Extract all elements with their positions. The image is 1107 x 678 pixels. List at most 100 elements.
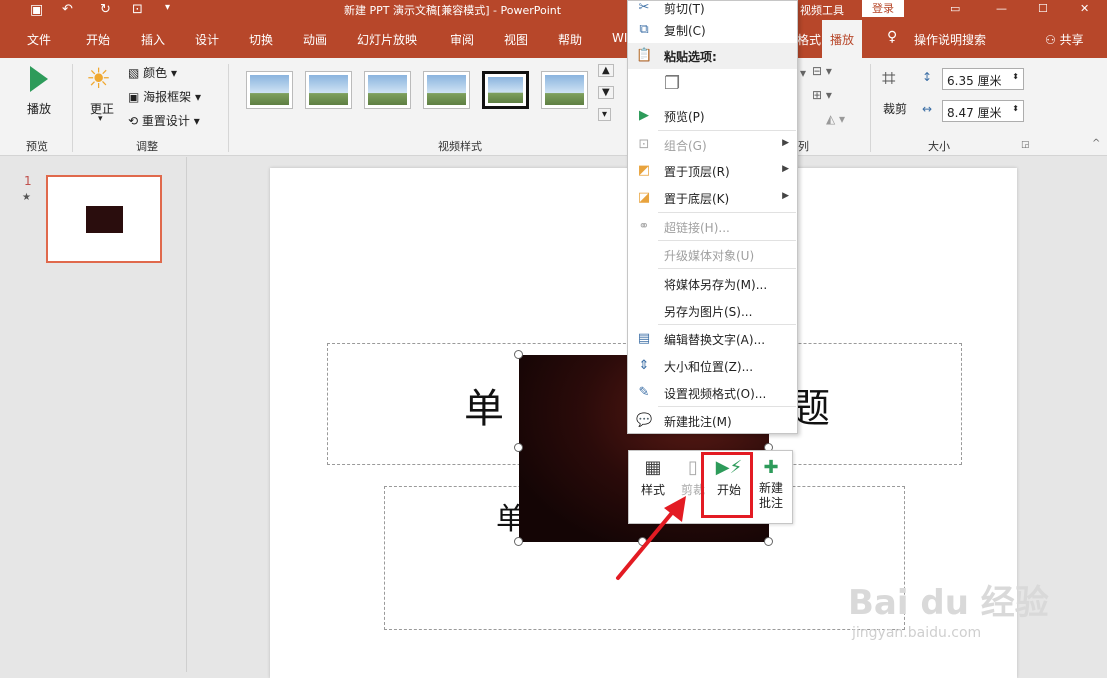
menu-item-send-to-back[interactable]: ◪ 置于底层(K) ▶ xyxy=(628,185,797,211)
resize-handle[interactable] xyxy=(514,443,523,452)
menu-item-edit-alt-text[interactable]: ▤ 编辑替换文字(A)... xyxy=(628,326,797,352)
tab-file[interactable]: 文件 xyxy=(27,31,51,48)
video-style-thumb[interactable] xyxy=(364,71,411,109)
corrections-icon[interactable]: ☀ xyxy=(86,62,111,95)
video-style-icon: ▦ xyxy=(644,457,662,478)
spinner-icon[interactable]: ⬍ xyxy=(1012,72,1019,81)
video-style-thumb[interactable] xyxy=(482,71,529,109)
menu-item-save-media-as[interactable]: 将媒体另存为(M)... xyxy=(628,271,797,297)
tell-me-search[interactable]: 操作说明搜索 xyxy=(914,31,986,48)
arrange-icon[interactable]: ▾ xyxy=(800,66,806,80)
menu-item-save-as-picture[interactable]: 另存为图片(S)... xyxy=(628,298,797,324)
rotate-icon[interactable]: ◭ ▾ xyxy=(826,112,845,126)
tab-insert[interactable]: 插入 xyxy=(141,31,165,48)
group-icon: ⊡ xyxy=(638,137,650,152)
color-label: 颜色 xyxy=(143,66,168,80)
tab-wi[interactable]: WI xyxy=(612,31,627,45)
video-style-thumb[interactable] xyxy=(246,71,293,109)
reset-design-button[interactable]: ⟲ 重置设计 ▾ xyxy=(128,112,200,129)
context-menu: ✂ 剪切(T) ⧉ 复制(C) 📋 粘贴选项: ❐ ▶ 预览(P) ⊡ 组合(G) ▶ ◩ 置… xyxy=(627,0,798,434)
align-icon[interactable]: ⊟ ▾ xyxy=(812,64,832,78)
bring-front-icon: ◩ xyxy=(637,163,651,178)
tab-animations[interactable]: 动画 xyxy=(303,31,327,48)
thumbnail-video-preview xyxy=(86,206,123,233)
collapse-ribbon-icon[interactable]: ^ xyxy=(1092,138,1100,149)
size-dialog-launcher-icon[interactable]: ◲ xyxy=(1021,140,1030,150)
width-value: 8.47 厘米 xyxy=(947,106,1002,120)
share-button[interactable]: ⚇ 共享 xyxy=(1045,31,1084,48)
tab-transitions[interactable]: 切换 xyxy=(249,31,273,48)
tab-view[interactable]: 视图 xyxy=(504,31,528,48)
video-style-thumb[interactable] xyxy=(541,71,588,109)
redo-icon[interactable]: ↻ xyxy=(100,2,111,17)
highlight-box xyxy=(701,452,753,518)
menu-item-hyperlink[interactable]: ⚭ 超链接(H)... xyxy=(628,214,797,240)
menu-item-new-comment[interactable]: 💬 新建批注(M) xyxy=(628,408,797,434)
menu-item-format-video[interactable]: ✎ 设置视频格式(O)... xyxy=(628,380,797,406)
slide-number: 1 xyxy=(24,174,32,188)
tab-home[interactable]: 开始 xyxy=(86,31,110,48)
menu-separator xyxy=(658,130,796,131)
present-icon[interactable]: ⊡ xyxy=(132,2,143,17)
color-icon: ▧ xyxy=(128,66,140,80)
color-button[interactable]: ▧ 颜色 ▾ xyxy=(128,64,177,81)
video-style-thumb[interactable] xyxy=(423,71,470,109)
styles-scroll-down-icon[interactable]: ▼ xyxy=(598,86,614,99)
menu-item-paste-options: 📋 粘贴选项: xyxy=(628,43,797,69)
resize-handle[interactable] xyxy=(514,537,523,546)
menu-item-upgrade-media[interactable]: 升级媒体对象(U) xyxy=(628,242,797,268)
submenu-arrow-icon: ▶ xyxy=(782,164,789,174)
play-icon[interactable] xyxy=(30,66,48,92)
tab-slideshow[interactable]: 幻灯片放映 xyxy=(357,31,417,48)
submenu-arrow-icon: ▶ xyxy=(782,138,789,148)
styles-scroll-up-icon[interactable]: ▲ xyxy=(598,64,614,77)
width-input[interactable]: 8.47 厘米 ⬍ xyxy=(942,100,1024,122)
video-style-thumb[interactable] xyxy=(305,71,352,109)
spinner-icon[interactable]: ⬍ xyxy=(1012,104,1019,113)
styles-more-icon[interactable]: ▾ xyxy=(598,108,612,121)
paste-option-button[interactable]: ❐ xyxy=(628,71,797,101)
tab-playback[interactable]: 播放 xyxy=(822,20,863,58)
poster-frame-button[interactable]: ▣ 海报框架 ▾ xyxy=(128,88,201,105)
resize-handle[interactable] xyxy=(764,537,773,546)
menu-item-group[interactable]: ⊡ 组合(G) ▶ xyxy=(628,132,797,158)
crop-button[interactable]: 裁剪 xyxy=(883,100,907,117)
menu-item-copy[interactable]: ⧉ 复制(C) xyxy=(628,17,797,43)
login-button[interactable]: 登录 xyxy=(862,0,904,17)
size-icon: ⇕ xyxy=(638,358,650,373)
height-input[interactable]: 6.35 厘米 ⬍ xyxy=(942,68,1024,90)
share-label: 共享 xyxy=(1059,33,1084,47)
width-icon: ↔ xyxy=(922,102,933,116)
reset-icon: ⟲ xyxy=(128,114,139,128)
tab-design[interactable]: 设计 xyxy=(195,31,219,48)
resize-handle[interactable] xyxy=(514,350,523,359)
reset-design-label: 重置设计 xyxy=(141,114,190,128)
ribbon: 播放 预览 ☀ 更正 ▾ ▧ 颜色 ▾ ▣ 海报框架 ▾ ⟲ 重置设计 ▾ 调整… xyxy=(0,58,1107,156)
customize-qat-icon[interactable]: ▾ xyxy=(165,2,170,13)
group-objects-icon[interactable]: ⊞ ▾ xyxy=(812,88,832,102)
menu-item-preview[interactable]: ▶ 预览(P) xyxy=(628,103,797,129)
minimize-icon[interactable]: — xyxy=(996,2,1007,15)
mini-new-comment-button[interactable]: ✚ 新建 批注 xyxy=(751,455,791,511)
person-icon: ⚇ xyxy=(1045,33,1056,47)
chevron-down-icon[interactable]: ▾ xyxy=(98,114,103,124)
title-text-left: 单 xyxy=(464,386,504,432)
menu-item-size-and-position[interactable]: ⇕ 大小和位置(Z)... xyxy=(628,353,797,379)
slide-thumbnail[interactable] xyxy=(46,175,162,263)
menu-item-bring-to-front[interactable]: ◩ 置于顶层(R) ▶ xyxy=(628,158,797,184)
animation-star-icon: ★ xyxy=(22,192,31,203)
group-separator xyxy=(72,64,73,152)
tab-review[interactable]: 审阅 xyxy=(450,31,474,48)
undo-icon[interactable]: ↶ xyxy=(62,2,73,17)
maximize-icon[interactable]: ☐ xyxy=(1038,2,1048,15)
close-icon[interactable]: ✕ xyxy=(1080,2,1089,15)
crop-icon[interactable]: ⌗ xyxy=(882,64,896,92)
title-bar: ▣ ↶ ↻ ⊡ ▾ 新建 PPT 演示文稿[兼容模式] - PowerPoint… xyxy=(0,0,1107,20)
tab-help[interactable]: 帮助 xyxy=(558,31,582,48)
tab-format[interactable]: 格式 xyxy=(797,31,821,48)
play-button[interactable]: 播放 xyxy=(27,100,51,117)
ribbon-display-icon[interactable]: ▭ xyxy=(950,2,960,15)
paste-keep-icon: ❐ xyxy=(664,73,681,94)
save-icon[interactable]: ▣ xyxy=(30,2,43,18)
baidu-watermark-url: jingyan.baidu.com xyxy=(852,625,982,641)
